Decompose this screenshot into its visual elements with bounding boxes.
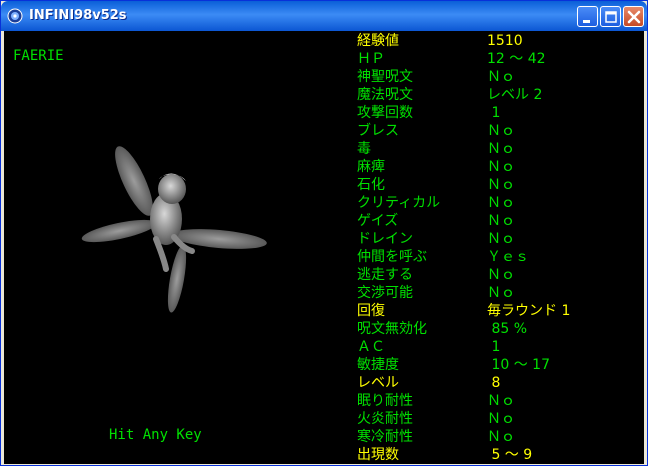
stat-label: 魔法呪文: [357, 87, 413, 103]
stat-row: ＡＣ 1: [357, 338, 644, 356]
stat-value: Ｎｏ: [487, 411, 515, 427]
title-bar[interactable]: INFINI98v52s: [1, 1, 647, 31]
stat-value: 10 ～ 17: [487, 357, 550, 373]
stat-row: 交渉可能 Ｎｏ: [357, 284, 644, 302]
stat-value: Ｎｏ: [487, 267, 515, 283]
stat-value: Ｎｏ: [487, 429, 515, 445]
stat-value: Ｎｏ: [487, 393, 515, 409]
stat-value: 5 ～ 9: [487, 447, 533, 463]
maximize-button[interactable]: [600, 6, 621, 27]
stat-label: 毒: [357, 141, 371, 157]
stat-value: Ｎｏ: [487, 213, 515, 229]
stat-row: ドレイン Ｎｏ: [357, 230, 644, 248]
stat-value: Ｎｏ: [487, 123, 515, 139]
stat-label: 出現数: [357, 447, 399, 463]
stat-label: ゲイズ: [357, 213, 399, 229]
stat-row: クリティカル Ｎｏ: [357, 194, 644, 212]
stat-value: Ｎｏ: [487, 159, 515, 175]
stat-row: 麻痺 Ｎｏ: [357, 158, 644, 176]
stat-row: ゲイズ Ｎｏ: [357, 212, 644, 230]
stat-value: Ｎｏ: [487, 195, 515, 211]
stat-label: 寒冷耐性: [357, 429, 413, 445]
app-icon[interactable]: [7, 8, 23, 24]
close-button[interactable]: [623, 6, 644, 27]
stat-row: ブレス Ｎｏ: [357, 122, 644, 140]
stat-label: クリティカル: [357, 195, 441, 211]
stat-label: 交渉可能: [357, 285, 413, 301]
stat-value: Ｎｏ: [487, 177, 515, 193]
stat-value: 12 ～ 42: [487, 51, 546, 67]
stat-value: 1510: [487, 33, 523, 49]
stat-row: ＨＰ 12 ～ 42: [357, 50, 644, 68]
stat-row: 火炎耐性 Ｎｏ: [357, 410, 644, 428]
window-title: INFINI98v52s: [29, 8, 127, 23]
stat-label: 経験値: [357, 33, 399, 49]
stat-row: 寒冷耐性 Ｎｏ: [357, 428, 644, 446]
stat-label: ブレス: [357, 123, 399, 139]
game-screen[interactable]: FAERIE Hit Any Key 経験値 1510 ＨＰ 12 ～ 42 神…: [4, 31, 644, 464]
hit-any-key-prompt: Hit Any Key: [109, 427, 202, 443]
stat-value: Ｎｏ: [487, 69, 515, 85]
close-icon: [627, 10, 641, 24]
stat-row: 攻撃回数 1: [357, 104, 644, 122]
stat-label: レベル: [357, 375, 399, 391]
stat-row: 魔法呪文 レベル 2: [357, 86, 644, 104]
stat-row: レベル 8: [357, 374, 644, 392]
stat-row: 仲間を呼ぶ Ｙｅｓ: [357, 248, 644, 266]
stat-label: 仲間を呼ぶ: [357, 249, 427, 265]
stat-value: 1: [487, 339, 501, 355]
app-window: INFINI98v52s FAERIE Hit Any Key 経験値 1510…: [0, 0, 648, 466]
stat-value: レベル 2: [487, 87, 543, 103]
stat-label: 呪文無効化: [357, 321, 427, 337]
stat-value: Ｎｏ: [487, 141, 515, 157]
stat-label: ドレイン: [357, 231, 413, 247]
stat-label: 麻痺: [357, 159, 385, 175]
minimize-icon: [583, 20, 590, 23]
minimize-button[interactable]: [577, 6, 598, 27]
stat-row: 出現数 5 ～ 9: [357, 446, 644, 464]
stat-label: 石化: [357, 177, 385, 193]
stat-label: 逃走する: [357, 267, 413, 283]
stat-value: 8: [487, 375, 501, 391]
stat-label: 火炎耐性: [357, 411, 413, 427]
stat-row: 呪文無効化 85 %: [357, 320, 644, 338]
stat-row: 敏捷度 10 ～ 17: [357, 356, 644, 374]
stat-label: ＨＰ: [357, 51, 385, 67]
stat-label: 攻撃回数: [357, 105, 413, 121]
stat-label: 敏捷度: [357, 357, 399, 373]
faerie-image: [81, 146, 267, 313]
maximize-icon: [605, 11, 617, 23]
stat-row: 毒 Ｎｏ: [357, 140, 644, 158]
stat-row: 石化 Ｎｏ: [357, 176, 644, 194]
stat-value: 毎ラウンド 1: [487, 303, 571, 319]
stat-row: 神聖呪文 Ｎｏ: [357, 68, 644, 86]
stat-value: 1: [487, 105, 501, 121]
stat-label: 眠り耐性: [357, 393, 413, 409]
stat-value: Ｎｏ: [487, 231, 515, 247]
monster-name: FAERIE: [13, 48, 64, 64]
stat-label: 回復: [357, 303, 385, 319]
stat-label: ＡＣ: [357, 339, 385, 355]
stat-row: 眠り耐性 Ｎｏ: [357, 392, 644, 410]
stat-row: 経験値 1510: [357, 32, 644, 50]
stat-row: 逃走する Ｎｏ: [357, 266, 644, 284]
stat-value: 85 %: [487, 321, 528, 337]
stat-value: Ｎｏ: [487, 285, 515, 301]
stat-label: 神聖呪文: [357, 69, 413, 85]
stat-row: 回復 毎ラウンド 1: [357, 302, 644, 320]
stat-value: Ｙｅｓ: [487, 249, 529, 265]
